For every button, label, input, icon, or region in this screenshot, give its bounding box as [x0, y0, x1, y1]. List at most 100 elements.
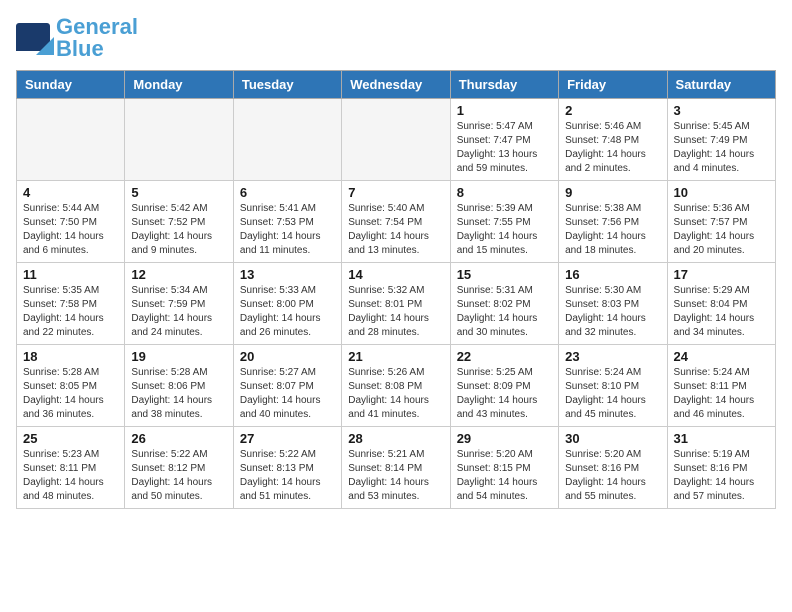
weekday-header: Sunday [17, 71, 125, 99]
day-info: Sunrise: 5:44 AMSunset: 7:50 PMDaylight:… [23, 202, 118, 258]
day-info: Sunrise: 5:47 AMSunset: 7:47 PMDaylight:… [457, 120, 552, 176]
day-info: Sunrise: 5:31 AMSunset: 8:02 PMDaylight:… [457, 284, 552, 340]
empty-cell [125, 99, 233, 181]
calendar-day-cell: 14Sunrise: 5:32 AMSunset: 8:01 PMDayligh… [342, 263, 450, 345]
page-header: GeneralBlue [16, 16, 776, 60]
day-number: 2 [565, 103, 660, 118]
calendar-week-row: 1 Sunrise: 5:47 AMSunset: 7:47 PMDaylight… [17, 99, 776, 181]
day-info: Sunrise: 5:28 AMSunset: 8:05 PMDaylight:… [23, 366, 118, 422]
calendar-day-cell: 12 Sunrise: 5:34 AMSunset: 7:59 PMDayligh… [125, 263, 233, 345]
calendar-week-row: 25 Sunrise: 5:23 AMSunset: 8:11 PMDayligh… [17, 427, 776, 509]
calendar-day-cell: 15Sunrise: 5:31 AMSunset: 8:02 PMDayligh… [450, 263, 558, 345]
day-number: 5 [131, 185, 226, 200]
calendar-day-cell: 2 Sunrise: 5:46 AMSunset: 7:48 PMDaylight… [559, 99, 667, 181]
calendar-day-cell: 1 Sunrise: 5:47 AMSunset: 7:47 PMDaylight… [450, 99, 558, 181]
logo-text: GeneralBlue [56, 16, 138, 60]
calendar-week-row: 4 Sunrise: 5:44 AMSunset: 7:50 PMDaylight… [17, 181, 776, 263]
day-number: 13 [240, 267, 335, 282]
day-info: Sunrise: 5:28 AMSunset: 8:06 PMDaylight:… [131, 366, 226, 422]
day-number: 18 [23, 349, 118, 364]
day-info: Sunrise: 5:39 AMSunset: 7:55 PMDaylight:… [457, 202, 552, 258]
calendar-day-cell: 7 Sunrise: 5:40 AMSunset: 7:54 PMDaylight… [342, 181, 450, 263]
empty-cell [342, 99, 450, 181]
day-number: 1 [457, 103, 552, 118]
day-info: Sunrise: 5:33 AMSunset: 8:00 PMDaylight:… [240, 284, 335, 340]
calendar-day-cell: 13 Sunrise: 5:33 AMSunset: 8:00 PMDayligh… [233, 263, 341, 345]
day-number: 4 [23, 185, 118, 200]
weekday-header: Tuesday [233, 71, 341, 99]
day-number: 7 [348, 185, 443, 200]
day-info: Sunrise: 5:26 AMSunset: 8:08 PMDaylight:… [348, 366, 443, 422]
calendar-day-cell: 30 Sunrise: 5:20 AMSunset: 8:16 PMDayligh… [559, 427, 667, 509]
day-info: Sunrise: 5:24 AMSunset: 8:10 PMDaylight:… [565, 366, 660, 422]
day-info: Sunrise: 5:42 AMSunset: 7:52 PMDaylight:… [131, 202, 226, 258]
day-info: Sunrise: 5:29 AMSunset: 8:04 PMDaylight:… [674, 284, 769, 340]
calendar-day-cell: 9 Sunrise: 5:38 AMSunset: 7:56 PMDaylight… [559, 181, 667, 263]
calendar-day-cell: 29Sunrise: 5:20 AMSunset: 8:15 PMDayligh… [450, 427, 558, 509]
logo: GeneralBlue [16, 16, 138, 60]
calendar-day-cell: 25 Sunrise: 5:23 AMSunset: 8:11 PMDayligh… [17, 427, 125, 509]
calendar-day-cell: 31 Sunrise: 5:19 AMSunset: 8:16 PMDayligh… [667, 427, 775, 509]
calendar-day-cell: 26Sunrise: 5:22 AMSunset: 8:12 PMDayligh… [125, 427, 233, 509]
day-number: 17 [674, 267, 769, 282]
day-number: 3 [674, 103, 769, 118]
weekday-header: Monday [125, 71, 233, 99]
calendar-day-cell: 10 Sunrise: 5:36 AMSunset: 7:57 PMDayligh… [667, 181, 775, 263]
day-info: Sunrise: 5:40 AMSunset: 7:54 PMDaylight:… [348, 202, 443, 258]
calendar-day-cell: 3 Sunrise: 5:45 AMSunset: 7:49 PMDaylight… [667, 99, 775, 181]
day-info: Sunrise: 5:45 AMSunset: 7:49 PMDaylight:… [674, 120, 769, 176]
day-info: Sunrise: 5:46 AMSunset: 7:48 PMDaylight:… [565, 120, 660, 176]
day-number: 9 [565, 185, 660, 200]
day-info: Sunrise: 5:25 AMSunset: 8:09 PMDaylight:… [457, 366, 552, 422]
day-number: 6 [240, 185, 335, 200]
calendar-table: SundayMondayTuesdayWednesdayThursdayFrid… [16, 70, 776, 509]
calendar-day-cell: 20Sunrise: 5:27 AMSunset: 8:07 PMDayligh… [233, 345, 341, 427]
day-info: Sunrise: 5:19 AMSunset: 8:16 PMDaylight:… [674, 448, 769, 504]
day-info: Sunrise: 5:36 AMSunset: 7:57 PMDaylight:… [674, 202, 769, 258]
day-info: Sunrise: 5:24 AMSunset: 8:11 PMDaylight:… [674, 366, 769, 422]
calendar-week-row: 18 Sunrise: 5:28 AMSunset: 8:05 PMDayligh… [17, 345, 776, 427]
day-number: 12 [131, 267, 226, 282]
day-info: Sunrise: 5:23 AMSunset: 8:11 PMDaylight:… [23, 448, 118, 504]
calendar-day-cell: 22Sunrise: 5:25 AMSunset: 8:09 PMDayligh… [450, 345, 558, 427]
calendar-day-cell: 4 Sunrise: 5:44 AMSunset: 7:50 PMDaylight… [17, 181, 125, 263]
weekday-header: Thursday [450, 71, 558, 99]
calendar-day-cell: 21 Sunrise: 5:26 AMSunset: 8:08 PMDayligh… [342, 345, 450, 427]
day-number: 31 [674, 431, 769, 446]
day-info: Sunrise: 5:20 AMSunset: 8:16 PMDaylight:… [565, 448, 660, 504]
day-number: 8 [457, 185, 552, 200]
day-info: Sunrise: 5:34 AMSunset: 7:59 PMDaylight:… [131, 284, 226, 340]
calendar-day-cell: 19Sunrise: 5:28 AMSunset: 8:06 PMDayligh… [125, 345, 233, 427]
day-number: 27 [240, 431, 335, 446]
day-info: Sunrise: 5:41 AMSunset: 7:53 PMDaylight:… [240, 202, 335, 258]
day-number: 24 [674, 349, 769, 364]
day-info: Sunrise: 5:27 AMSunset: 8:07 PMDaylight:… [240, 366, 335, 422]
day-info: Sunrise: 5:35 AMSunset: 7:58 PMDaylight:… [23, 284, 118, 340]
day-number: 21 [348, 349, 443, 364]
calendar-day-cell: 27Sunrise: 5:22 AMSunset: 8:13 PMDayligh… [233, 427, 341, 509]
calendar-day-cell: 17 Sunrise: 5:29 AMSunset: 8:04 PMDayligh… [667, 263, 775, 345]
day-info: Sunrise: 5:21 AMSunset: 8:14 PMDaylight:… [348, 448, 443, 504]
calendar-day-cell: 5 Sunrise: 5:42 AMSunset: 7:52 PMDaylight… [125, 181, 233, 263]
calendar-day-cell: 18 Sunrise: 5:28 AMSunset: 8:05 PMDayligh… [17, 345, 125, 427]
weekday-header: Saturday [667, 71, 775, 99]
day-number: 25 [23, 431, 118, 446]
calendar-day-cell: 11Sunrise: 5:35 AMSunset: 7:58 PMDayligh… [17, 263, 125, 345]
calendar-week-row: 11Sunrise: 5:35 AMSunset: 7:58 PMDayligh… [17, 263, 776, 345]
day-number: 23 [565, 349, 660, 364]
empty-cell [233, 99, 341, 181]
empty-cell [17, 99, 125, 181]
day-number: 26 [131, 431, 226, 446]
day-info: Sunrise: 5:38 AMSunset: 7:56 PMDaylight:… [565, 202, 660, 258]
calendar-day-cell: 24 Sunrise: 5:24 AMSunset: 8:11 PMDayligh… [667, 345, 775, 427]
day-number: 10 [674, 185, 769, 200]
day-number: 30 [565, 431, 660, 446]
day-number: 16 [565, 267, 660, 282]
calendar-day-cell: 8 Sunrise: 5:39 AMSunset: 7:55 PMDaylight… [450, 181, 558, 263]
day-info: Sunrise: 5:20 AMSunset: 8:15 PMDaylight:… [457, 448, 552, 504]
calendar-day-cell: 23 Sunrise: 5:24 AMSunset: 8:10 PMDayligh… [559, 345, 667, 427]
calendar-day-cell: 6 Sunrise: 5:41 AMSunset: 7:53 PMDaylight… [233, 181, 341, 263]
calendar-day-cell: 16Sunrise: 5:30 AMSunset: 8:03 PMDayligh… [559, 263, 667, 345]
calendar-day-cell: 28Sunrise: 5:21 AMSunset: 8:14 PMDayligh… [342, 427, 450, 509]
weekday-header: Wednesday [342, 71, 450, 99]
